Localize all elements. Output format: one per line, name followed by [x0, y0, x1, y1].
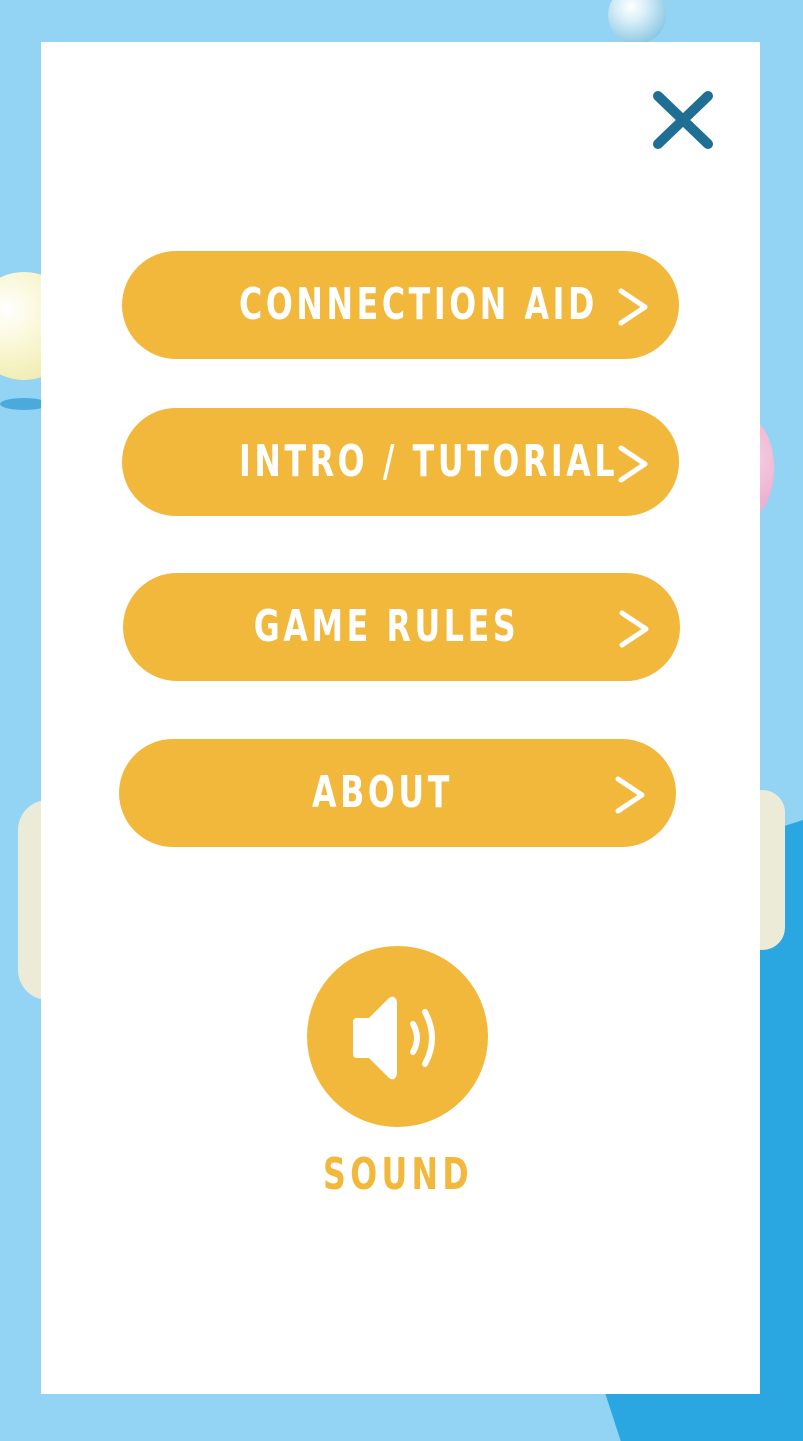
speaker-icon [353, 996, 435, 1080]
chevron-right-icon [618, 445, 648, 483]
game-rules-button[interactable]: GAME RULES [123, 573, 680, 681]
close-icon [653, 91, 713, 149]
bubble-decoration [608, 0, 666, 44]
chevron-right-icon [615, 776, 645, 814]
menu-item-label: ABOUT [312, 767, 453, 818]
sound-label: SOUND [323, 1149, 473, 1200]
menu-item-label: GAME RULES [253, 601, 520, 652]
menu-item-label: INTRO / TUTORIAL [238, 436, 619, 487]
chevron-right-icon [619, 610, 649, 648]
chevron-right-icon [618, 288, 648, 326]
connection-aid-button[interactable]: CONNECTION AID [122, 251, 679, 359]
intro-tutorial-button[interactable]: INTRO / TUTORIAL [122, 408, 679, 516]
sound-button[interactable] [307, 946, 488, 1127]
about-button[interactable]: ABOUT [119, 739, 676, 847]
menu-item-label: CONNECTION AID [238, 279, 598, 330]
close-button[interactable] [650, 88, 714, 152]
